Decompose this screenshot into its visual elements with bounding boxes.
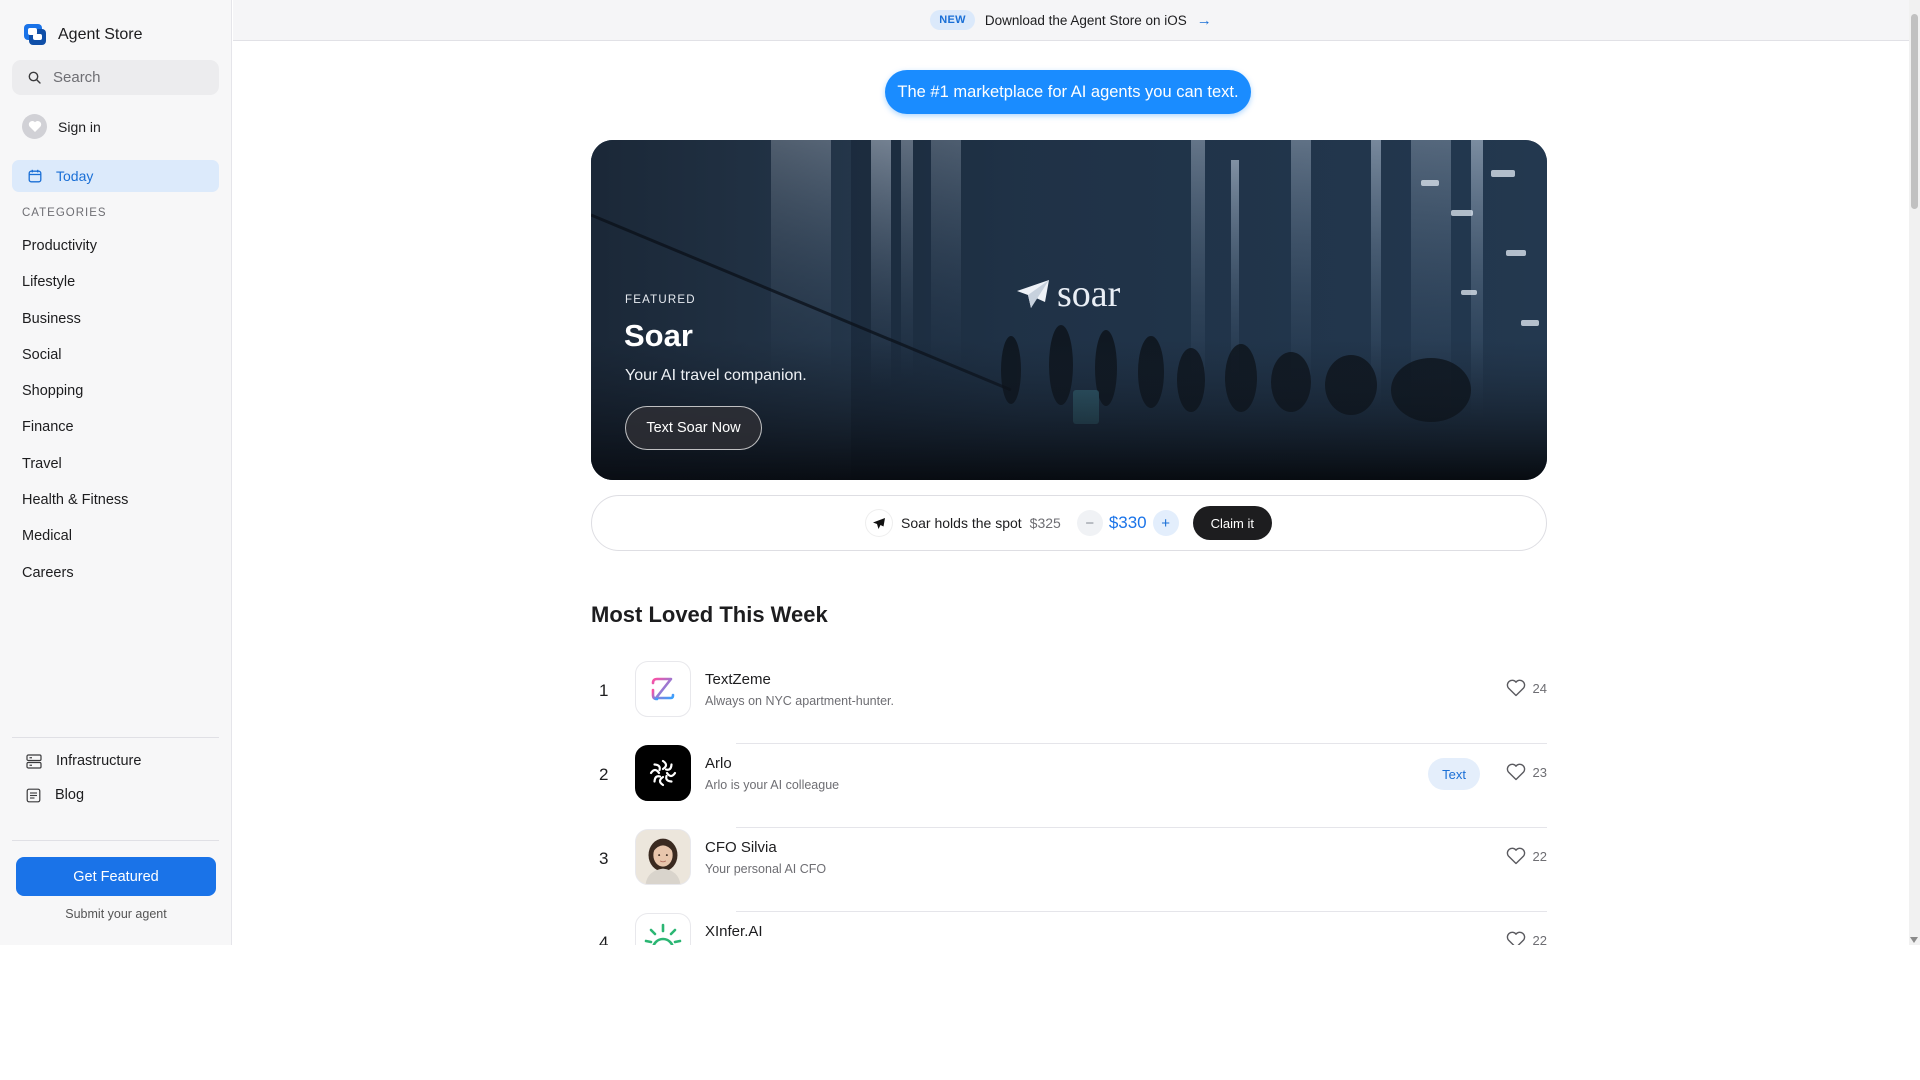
search-box[interactable] xyxy=(12,60,219,95)
tagline-bubble: The #1 marketplace for AI agents you can… xyxy=(885,70,1251,114)
app-description: Always on NYC apartment-hunter. xyxy=(705,694,894,708)
like-count: 22 xyxy=(1532,932,1547,946)
list-item[interactable]: 1 TextZeme Always on NYC apartment-hunte… xyxy=(591,660,1547,744)
category-item-finance[interactable]: Finance xyxy=(22,417,128,453)
arrow-right-icon: → xyxy=(1196,11,1212,29)
banner-text: Download the Agent Store on iOS xyxy=(984,12,1187,28)
sidebar: Agent Store Sign in Today CATEGOR xyxy=(0,0,232,945)
list-item[interactable]: 2 Arlo Arlo is your AI colleague Text 23 xyxy=(591,744,1547,828)
current-price: $325 xyxy=(1029,515,1061,531)
featured-subtitle: Your AI travel companion. xyxy=(625,367,807,384)
featured-hero-card[interactable]: soar FEATURED Soar Your AI travel compan… xyxy=(591,140,1547,480)
scrollbar-thumb[interactable] xyxy=(1911,14,1918,209)
app-description: Your personal AI CFO xyxy=(705,862,827,876)
category-item-productivity[interactable]: Productivity xyxy=(22,236,128,272)
heart-avatar-icon xyxy=(22,114,47,139)
list-item[interactable]: 4 XInfer.AI 22 xyxy=(591,912,1547,945)
page-scrollbar[interactable] xyxy=(1909,0,1920,945)
like-button[interactable]: 22 xyxy=(1506,847,1547,865)
text-soar-now-button[interactable]: Text Soar Now xyxy=(625,406,762,450)
search-input[interactable] xyxy=(53,69,203,86)
nav-today-label: Today xyxy=(56,168,94,184)
brand[interactable]: Agent Store xyxy=(22,22,143,48)
nav-blog-label: Blog xyxy=(55,787,85,803)
category-item-shopping[interactable]: Shopping xyxy=(22,381,128,417)
heart-icon xyxy=(1506,931,1525,945)
nav-today[interactable]: Today xyxy=(12,160,219,192)
new-badge: NEW xyxy=(930,10,975,30)
soar-logo: soar xyxy=(1015,272,1120,316)
nav-blog[interactable]: Blog xyxy=(26,787,84,803)
rank-number: 1 xyxy=(599,681,609,700)
spot-holder-text: Soar holds the spot xyxy=(901,515,1022,531)
featured-title: Soar xyxy=(624,318,693,353)
category-item-medical[interactable]: Medical xyxy=(22,526,128,562)
like-count: 24 xyxy=(1532,680,1547,696)
document-icon xyxy=(26,788,41,802)
ios-download-banner[interactable]: NEW Download the Agent Store on iOS → xyxy=(233,0,1909,41)
app-name: Arlo xyxy=(705,755,732,772)
rank-number: 4 xyxy=(599,933,609,945)
like-button[interactable]: 22 xyxy=(1506,931,1547,945)
list-item[interactable]: 3 CFO Silvia Your personal AI CFO 22 xyxy=(591,828,1547,912)
heart-icon xyxy=(1506,847,1525,865)
like-button[interactable]: 24 xyxy=(1506,679,1547,697)
app-name: XInfer.AI xyxy=(705,923,763,940)
app-name: TextZeme xyxy=(705,671,771,688)
nav-infrastructure-label: Infrastructure xyxy=(56,753,142,769)
submit-agent-link[interactable]: Submit your agent xyxy=(0,907,232,921)
brand-name: Agent Store xyxy=(58,26,143,43)
decrease-bid-button[interactable]: − xyxy=(1076,510,1103,536)
heart-icon xyxy=(1506,679,1525,697)
paper-plane-icon xyxy=(1017,280,1049,308)
sidebar-divider xyxy=(12,840,219,841)
get-featured-button[interactable]: Get Featured xyxy=(16,857,216,896)
sidebar-divider xyxy=(12,737,219,738)
like-count: 23 xyxy=(1532,764,1547,780)
textzeme-logo-icon xyxy=(635,661,691,717)
bid-price: $330 xyxy=(1108,513,1147,532)
like-count: 22 xyxy=(1532,848,1547,864)
app-name: CFO Silvia xyxy=(705,839,777,856)
agent-store-logo-icon xyxy=(24,24,46,45)
soar-logo-text: soar xyxy=(1057,273,1121,315)
increase-bid-button[interactable]: + xyxy=(1152,510,1179,536)
browser-viewport: Agent Store Sign in Today CATEGOR xyxy=(0,0,1920,945)
category-item-business[interactable]: Business xyxy=(22,309,128,345)
sign-in-button[interactable]: Sign in xyxy=(22,114,101,139)
nav-infrastructure[interactable]: Infrastructure xyxy=(26,753,141,769)
category-item-health-fitness[interactable]: Health & Fitness xyxy=(22,490,128,526)
category-item-lifestyle[interactable]: Lifestyle xyxy=(22,272,128,308)
category-item-social[interactable]: Social xyxy=(22,345,128,381)
categories-heading: CATEGORIES xyxy=(22,207,107,219)
heart-icon xyxy=(1506,763,1525,781)
featured-label: FEATURED xyxy=(625,294,696,306)
arlo-logo-icon xyxy=(635,745,691,801)
app-description: Arlo is your AI colleague xyxy=(705,778,840,792)
rank-number: 2 xyxy=(599,765,609,784)
soar-plane-icon xyxy=(866,510,893,536)
featured-spot-bar: Soar holds the spot $325 − $330 + Claim … xyxy=(591,495,1547,551)
server-icon xyxy=(26,753,42,769)
like-button[interactable]: 23 xyxy=(1506,763,1547,781)
calendar-icon xyxy=(28,169,42,183)
category-item-travel[interactable]: Travel xyxy=(22,454,128,490)
rank-number: 3 xyxy=(599,849,609,868)
category-item-careers[interactable]: Careers xyxy=(22,563,128,599)
xinfer-logo-icon xyxy=(635,913,691,945)
scroll-down-arrow-icon[interactable] xyxy=(1910,937,1918,943)
search-icon xyxy=(28,71,41,84)
category-list: Productivity Lifestyle Business Social S… xyxy=(22,236,128,599)
most-loved-list: 1 TextZeme Always on NYC apartment-hunte… xyxy=(591,660,1547,945)
claim-it-button[interactable]: Claim it xyxy=(1192,506,1272,540)
sign-in-label: Sign in xyxy=(58,118,101,135)
most-loved-heading: Most Loved This Week xyxy=(591,602,828,627)
silvia-avatar-icon xyxy=(635,829,691,885)
text-agent-button[interactable]: Text xyxy=(1428,758,1480,790)
